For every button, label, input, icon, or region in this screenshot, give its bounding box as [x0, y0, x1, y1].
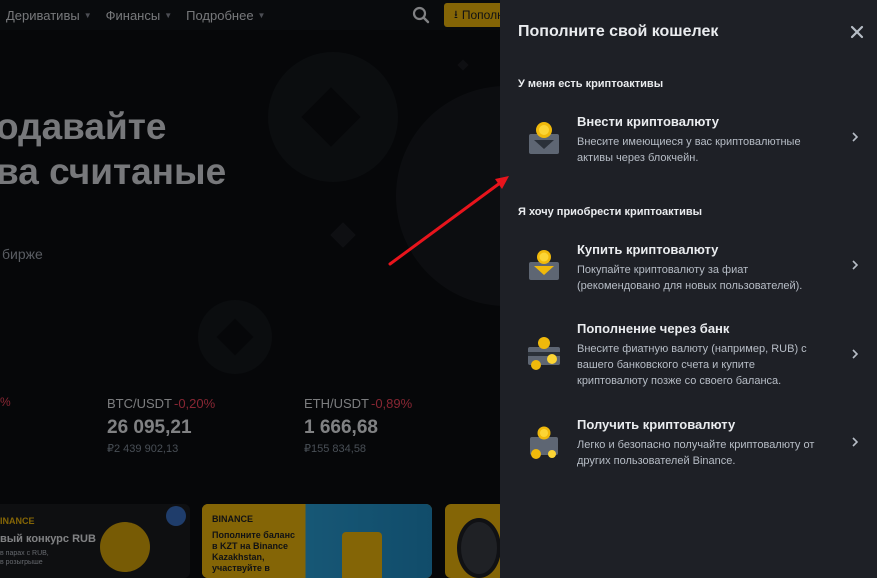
chevron-right-icon — [852, 132, 859, 142]
overlay-dim[interactable] — [0, 0, 500, 578]
page: Деривативы ▼ Финансы ▼ Подробнее ▼ ⭳ Поп… — [0, 0, 877, 578]
section-title-want-crypto: Я хочу приобрести криптоактивы — [518, 206, 702, 218]
wallet-coin-icon — [529, 122, 559, 154]
chevron-right-icon — [852, 349, 859, 359]
deposit-drawer: Пополните свой кошелек У меня есть крипт… — [500, 0, 877, 578]
section-title-have-crypto: У меня есть криптоактивы — [518, 78, 664, 90]
option-title: Получить криптовалюту — [577, 417, 736, 432]
close-icon[interactable] — [849, 24, 865, 40]
option-description: Легко и безопасно получайте криптовалюту… — [577, 439, 815, 467]
drawer-title: Пополните свой кошелек — [518, 23, 719, 40]
option-description: Внесите фиатную валюту (например, RUB) с… — [577, 343, 807, 387]
option-title: Купить криптовалюту — [577, 242, 719, 257]
buy-crypto-icon — [529, 250, 559, 280]
option-title: Пополнение через банк — [577, 321, 730, 336]
chevron-right-icon — [852, 260, 859, 270]
option-description: Покупайте криптовалюту за фиат (рекоменд… — [577, 264, 803, 292]
option-bank-deposit[interactable]: Пополнение через банк Внесите фиатную ва… — [518, 321, 864, 387]
option-receive-crypto[interactable]: Получить криптовалюту Легко и безопасно … — [518, 417, 864, 469]
option-description: Внесите имеющиеся у вас криптовалютные а… — [577, 136, 801, 164]
receive-crypto-icon — [530, 426, 558, 459]
bank-deposit-icon — [528, 337, 560, 370]
option-deposit-crypto[interactable]: Внести криптовалюту Внесите имеющиеся у … — [518, 114, 864, 166]
option-buy-crypto[interactable]: Купить криптовалюту Покупайте криптовалю… — [518, 242, 864, 294]
chevron-right-icon — [852, 437, 859, 447]
option-title: Внести криптовалюту — [577, 114, 719, 129]
